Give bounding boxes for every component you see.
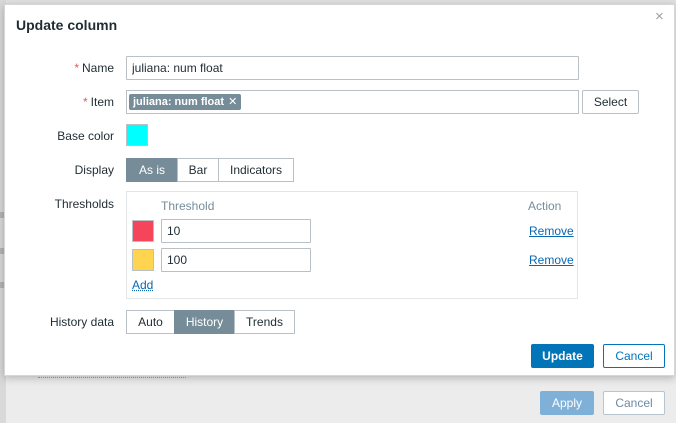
threshold-value-input[interactable]: [161, 219, 311, 243]
thresholds-table: Threshold Action Remove Remove Add: [126, 191, 578, 299]
remove-threshold-link[interactable]: Remove: [529, 224, 574, 238]
cancel-button[interactable]: Cancel: [603, 344, 665, 368]
add-threshold-link[interactable]: Add: [132, 278, 153, 292]
display-option-as-is[interactable]: As is: [126, 158, 178, 182]
base-color-swatch[interactable]: [126, 124, 148, 146]
base-color-label: Base color: [57, 129, 114, 143]
background-apply-button[interactable]: Apply: [540, 391, 594, 415]
background-dotted-line: [38, 377, 186, 378]
remove-threshold-link[interactable]: Remove: [529, 253, 574, 267]
threshold-value-input[interactable]: [161, 248, 311, 272]
threshold-column-header: Threshold: [161, 199, 215, 213]
required-marker: *: [74, 61, 79, 75]
item-multiselect[interactable]: juliana: num float ✕: [126, 90, 579, 114]
display-option-bar[interactable]: Bar: [177, 158, 219, 182]
display-segmented-control: As is Bar Indicators: [126, 158, 294, 182]
item-tag: juliana: num float ✕: [129, 94, 242, 110]
select-button[interactable]: Select: [582, 90, 639, 114]
name-label: * Name: [74, 61, 114, 75]
background-cancel-button[interactable]: Cancel: [603, 391, 665, 415]
required-marker: *: [82, 95, 88, 109]
history-option-trends[interactable]: Trends: [234, 310, 295, 334]
history-option-history[interactable]: History: [174, 310, 235, 334]
name-input[interactable]: [126, 56, 579, 80]
thresholds-label: Thresholds: [54, 197, 114, 211]
history-option-auto[interactable]: Auto: [126, 310, 175, 334]
update-column-dialog: Update column × *Name *Item juliana: num…: [4, 4, 675, 376]
dialog-title: Update column: [16, 17, 118, 33]
history-segmented-control: Auto History Trends: [126, 310, 295, 334]
close-icon[interactable]: ×: [655, 8, 664, 25]
threshold-color-swatch[interactable]: [132, 249, 154, 271]
update-button[interactable]: Update: [531, 344, 594, 368]
tag-remove-icon[interactable]: ✕: [228, 96, 237, 108]
action-column-header: Action: [528, 199, 562, 213]
threshold-color-swatch[interactable]: [132, 220, 154, 242]
display-option-indicators[interactable]: Indicators: [218, 158, 294, 182]
history-data-label: History data: [49, 315, 114, 329]
item-label: * Item: [82, 95, 114, 109]
display-label: Display: [74, 163, 114, 177]
